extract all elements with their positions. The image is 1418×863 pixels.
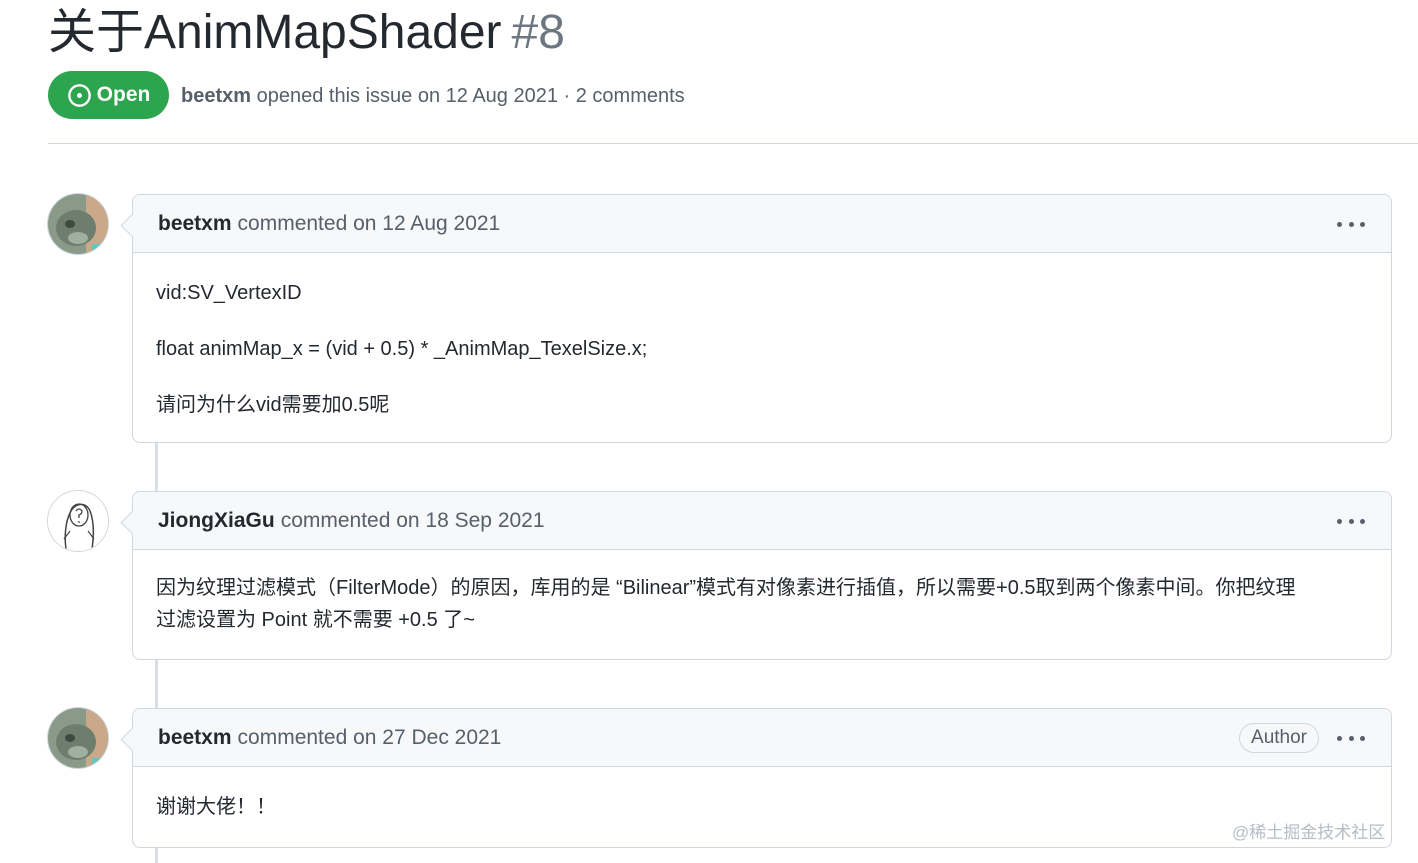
kebab-horizontal-icon[interactable] (1337, 214, 1365, 234)
avatar-beetxm[interactable] (47, 193, 109, 255)
issue-opened-icon (67, 83, 91, 107)
watermark: @稀土掘金技术社区 (1232, 823, 1386, 842)
comment-paragraph: 过滤设置为 Point 就不需要 +0.5 了~ (156, 609, 475, 631)
author-badge: Author (1239, 723, 1319, 753)
comment-timestamp[interactable]: commented on 12 Aug 2021 (238, 212, 501, 236)
comment-paragraph: 谢谢大佬！！ (156, 796, 276, 818)
kebab-horizontal-icon[interactable] (1337, 511, 1365, 531)
issue-author-link[interactable]: beetxm (181, 85, 251, 107)
comment-paragraph: vid:SV_VertexID (156, 282, 302, 304)
comment-body: 因为纹理过滤模式（FilterMode）的原因，库用的是 “Bilinear”模… (133, 550, 1391, 636)
avatar-beetxm[interactable] (47, 707, 109, 769)
comment-card: JiongXiaGu commented on 18 Sep 2021 因为纹理… (132, 491, 1392, 660)
issue-title: 关于AnimMapShader #8 (48, 4, 565, 62)
comment-card: beetxm commented on 12 Aug 2021 vid:SV_V… (132, 194, 1392, 443)
issue-title-text: 关于AnimMapShader (48, 6, 502, 59)
avatar-image (48, 491, 108, 551)
issue-state-label: Open (96, 83, 151, 106)
avatar-image (48, 708, 108, 768)
avatar-image (48, 194, 108, 254)
avatar-jiongxiagu[interactable] (47, 490, 109, 552)
comment-paragraph: 因为纹理过滤模式（FilterMode）的原因，库用的是 “Bilinear”模… (156, 577, 1296, 599)
header-divider (48, 143, 1418, 144)
issue-page: 关于AnimMapShader #8 Open beetxm opened thi… (0, 0, 1418, 863)
comment-body: 谢谢大佬！！ (133, 767, 1391, 823)
comment-header: JiongXiaGu commented on 18 Sep 2021 (133, 492, 1391, 550)
comment-paragraph: 请问为什么vid需要加0.5呢 (156, 394, 390, 416)
issue-state-badge: Open (48, 71, 169, 119)
comment-author-link[interactable]: JiongXiaGu (158, 509, 275, 533)
comment-author-link[interactable]: beetxm (158, 726, 232, 750)
comment-card: beetxm commented on 27 Dec 2021 Author 谢… (132, 708, 1392, 848)
issue-number: #8 (511, 6, 565, 59)
kebab-horizontal-icon[interactable] (1337, 728, 1365, 748)
issue-meta-text: opened this issue on 12 Aug 2021 · 2 com… (256, 85, 685, 107)
issue-meta: beetxm opened this issue on 12 Aug 2021 … (181, 83, 685, 109)
comment-author-link[interactable]: beetxm (158, 212, 232, 236)
comment-paragraph: float animMap_x = (vid + 0.5) * _AnimMap… (156, 338, 648, 360)
comment-header: beetxm commented on 27 Dec 2021 Author (133, 709, 1391, 767)
comment-timestamp[interactable]: commented on 27 Dec 2021 (238, 726, 502, 750)
comment-timestamp[interactable]: commented on 18 Sep 2021 (281, 509, 545, 533)
comment-body: vid:SV_VertexID float animMap_x = (vid +… (133, 253, 1391, 421)
comment-header: beetxm commented on 12 Aug 2021 (133, 195, 1391, 253)
